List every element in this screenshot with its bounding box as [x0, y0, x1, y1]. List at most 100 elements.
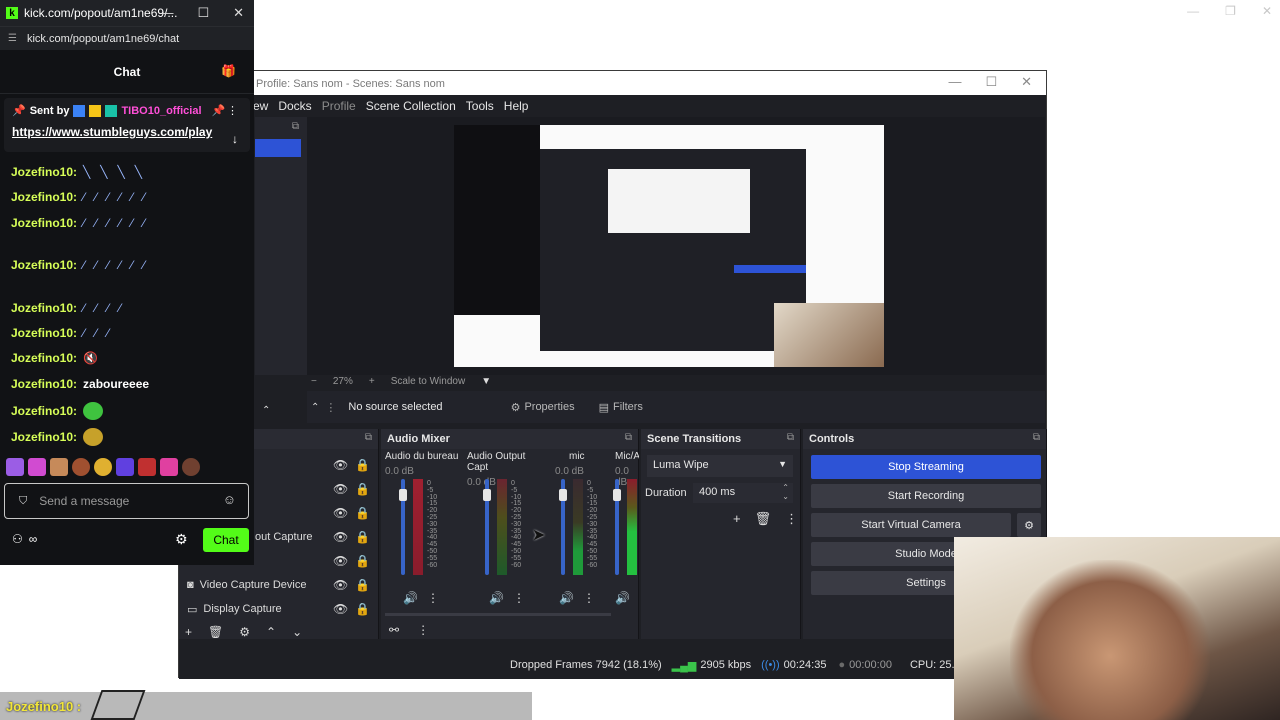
more-icon[interactable]: ⋮ [427, 591, 439, 605]
menu-profile[interactable]: Profile [322, 99, 356, 117]
fader-knob[interactable] [613, 489, 621, 501]
eye-icon[interactable]: 👁 [333, 578, 348, 592]
restore-icon[interactable]: ❐ [1225, 4, 1236, 18]
menu-view[interactable]: ew [253, 99, 268, 117]
menu-docks[interactable]: Docks [278, 99, 311, 117]
popout-icon[interactable]: ⧉ [1033, 432, 1040, 443]
filters-button[interactable]: ▤ Filters [591, 398, 651, 417]
scene-item-selected[interactable] [255, 139, 301, 157]
emote-icon[interactable] [116, 458, 134, 476]
more-icon[interactable]: ⋮ [583, 591, 595, 605]
site-settings-icon[interactable]: ☰ [8, 33, 17, 44]
popout-icon[interactable]: ⧉ [787, 432, 794, 443]
menu-scene-collection[interactable]: Scene Collection [366, 99, 456, 117]
emote-icon[interactable] [182, 458, 200, 476]
speaker-icon[interactable]: 🔊 [559, 591, 574, 605]
obs-close-icon[interactable]: ✕ [1021, 74, 1032, 90]
emoji-icon[interactable]: ☺ [223, 492, 236, 507]
close-icon[interactable]: ✕ [233, 5, 244, 21]
move-up-icon[interactable]: ⌃ [266, 625, 276, 639]
properties-button[interactable]: ⚙ Properties [503, 398, 583, 417]
popout-icon[interactable]: ⧉ [625, 432, 632, 443]
maximize-icon[interactable]: ☐ [197, 5, 209, 21]
obs-maximize-icon[interactable]: ☐ [985, 74, 997, 90]
pinned-message[interactable]: 📌 Sent by TIBO10_official 📌 ⋮ https://ww… [4, 98, 250, 152]
start-virtual-camera-button[interactable]: Start Virtual Camera [811, 513, 1011, 537]
lock-icon[interactable]: 🔒 [355, 506, 370, 520]
popout-icon[interactable]: ⧉ [292, 121, 299, 132]
start-recording-button[interactable]: Start Recording [811, 484, 1041, 508]
stepper-icon[interactable]: ⌃ ⌄ [782, 483, 789, 501]
more-icon[interactable]: ⋮ [325, 401, 336, 414]
pinned-username[interactable]: TIBO10_official [121, 105, 201, 117]
fader-knob[interactable] [483, 489, 491, 501]
emote-icon[interactable] [94, 458, 112, 476]
trash-icon[interactable]: 🗑 [208, 625, 223, 639]
fader-knob[interactable] [559, 489, 567, 501]
move-down-icon[interactable]: ⌄ [292, 625, 302, 639]
scale-dropdown-icon[interactable]: ▼ [481, 376, 491, 391]
collapse-icon[interactable]: ⌃ [262, 405, 270, 416]
lock-icon[interactable]: 🔒 [355, 578, 370, 592]
menu-tools[interactable]: Tools [466, 99, 494, 117]
eye-icon[interactable]: 👁 [333, 482, 348, 496]
emote-icon[interactable] [6, 458, 24, 476]
chat-title: Chat [113, 64, 141, 79]
users-icon[interactable]: ⚇ [12, 532, 23, 546]
address-bar[interactable]: ☰ kick.com/popout/am1ne69/chat [0, 26, 254, 50]
more-icon[interactable]: ⋮ [227, 104, 238, 117]
lock-icon[interactable]: 🔒 [355, 554, 370, 568]
emote-icon[interactable] [72, 458, 90, 476]
emote-icon[interactable] [28, 458, 46, 476]
minimize-icon[interactable]: — [1187, 4, 1199, 18]
eye-icon[interactable]: 👁 [333, 506, 348, 520]
arrow-down-icon[interactable]: ↓ [232, 132, 238, 146]
eye-icon[interactable]: 👁 [333, 530, 348, 544]
collapse-icon[interactable]: ⌃ [311, 402, 319, 413]
transition-select[interactable]: Luma Wipe ▼ [647, 455, 793, 477]
source-row-display-capture[interactable]: ▭ Display Capture 👁 🔒 [179, 597, 378, 621]
settings-gear-icon[interactable]: ⚙ [175, 531, 188, 548]
chat-send-button[interactable]: Chat [203, 528, 249, 552]
add-transition-icon[interactable]: + [733, 511, 741, 527]
obs-minimize-icon[interactable]: — [948, 74, 961, 90]
add-source-icon[interactable]: + [185, 625, 192, 639]
lock-icon[interactable]: 🔒 [355, 482, 370, 496]
infinity-icon[interactable]: ∞ [29, 532, 38, 546]
eye-icon[interactable]: 👁 [333, 602, 348, 616]
virtual-camera-settings-button[interactable]: ⚙ [1017, 513, 1041, 537]
lock-icon[interactable]: 🔒 [355, 458, 370, 472]
scale-label[interactable]: Scale to Window [391, 376, 465, 391]
zoom-in-icon[interactable]: + [369, 376, 375, 391]
stop-streaming-button[interactable]: Stop Streaming [811, 455, 1041, 479]
more-icon[interactable]: ⋮ [417, 623, 429, 637]
menu-help[interactable]: Help [504, 99, 529, 117]
emote-icon[interactable] [138, 458, 156, 476]
lock-icon[interactable]: 🔒 [355, 530, 370, 544]
pinned-link[interactable]: https://www.stumbleguys.com/play [12, 125, 242, 139]
lock-icon[interactable]: 🔒 [355, 602, 370, 616]
speaker-icon[interactable]: 🔊 [615, 591, 630, 605]
speaker-icon[interactable]: 🔊 [489, 591, 504, 605]
duration-input[interactable]: 400 ms ⌃ ⌄ [693, 483, 793, 503]
emote-icon[interactable] [160, 458, 178, 476]
zoom-out-icon[interactable]: − [311, 376, 317, 391]
more-icon[interactable]: ⋮ [513, 591, 525, 605]
trash-icon[interactable]: 🗑 [755, 511, 772, 527]
emote-icon[interactable] [50, 458, 68, 476]
close-icon[interactable]: ✕ [1262, 4, 1272, 18]
popout-icon[interactable]: ⧉ [365, 432, 372, 443]
minimize-icon[interactable]: — [160, 5, 173, 21]
fader-knob[interactable] [399, 489, 407, 501]
source-row-video-capture[interactable]: ◙ Video Capture Device 👁 🔒 [179, 573, 378, 597]
gift-icon[interactable]: 🎁 [221, 64, 236, 78]
mixer-scrollbar[interactable] [385, 613, 611, 616]
eye-icon[interactable]: 👁 [333, 458, 348, 472]
gear-icon[interactable]: ⚙ [239, 625, 250, 639]
eye-icon[interactable]: 👁 [333, 554, 348, 568]
speaker-icon[interactable]: 🔊 [403, 591, 418, 605]
scene-transitions-dock: Scene Transitions ⧉ Luma Wipe ▼ Duration … [641, 429, 801, 639]
more-icon[interactable]: ⋮ [785, 511, 798, 527]
chat-message-input[interactable]: ⛉ Send a message ☺ [4, 483, 249, 519]
link-icon[interactable]: ⚯ [389, 623, 399, 637]
